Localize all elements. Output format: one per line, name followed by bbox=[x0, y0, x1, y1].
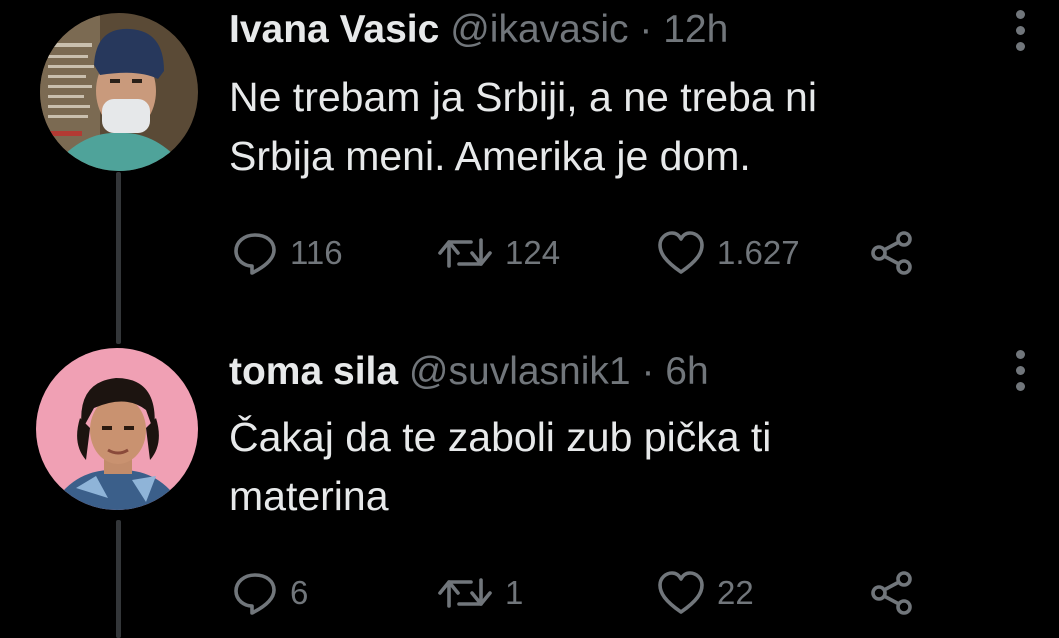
share-button[interactable] bbox=[868, 230, 916, 276]
thread-line-bottom bbox=[116, 520, 121, 638]
tweet-actions: 6 1 22 bbox=[232, 570, 932, 616]
like-icon bbox=[657, 230, 705, 276]
avatar[interactable] bbox=[36, 348, 198, 510]
display-name[interactable]: Ivana Vasic bbox=[229, 8, 439, 51]
like-count: 1.627 bbox=[717, 234, 800, 271]
reply-count: 116 bbox=[290, 234, 343, 271]
separator-dot: · bbox=[641, 350, 655, 393]
reply-icon bbox=[232, 230, 278, 276]
tweet-actions: 116 124 1.627 bbox=[232, 230, 932, 276]
retweet-button[interactable]: 124 bbox=[437, 230, 560, 276]
reply-icon bbox=[232, 570, 278, 616]
retweet-count: 124 bbox=[505, 234, 561, 271]
share-icon bbox=[868, 570, 916, 616]
tweet-text: Ne trebam ja Srbiji, a ne treba ni Srbij… bbox=[229, 74, 817, 179]
share-button[interactable] bbox=[868, 570, 916, 616]
user-handle[interactable]: @suvlasnik1 bbox=[409, 350, 631, 393]
retweet-icon bbox=[437, 230, 493, 276]
thread-line-top bbox=[116, 172, 121, 344]
like-icon bbox=[657, 570, 705, 616]
like-button[interactable]: 1.627 bbox=[657, 230, 800, 276]
tweet-text: Čakaj da te zaboli zub pička ti materina bbox=[229, 414, 772, 519]
display-name[interactable]: toma sila bbox=[229, 350, 398, 393]
retweet-icon bbox=[437, 570, 493, 616]
separator-dot: · bbox=[639, 8, 653, 51]
share-icon bbox=[868, 230, 916, 276]
tweet-header: Ivana Vasic @ikavasic · 12h bbox=[229, 10, 728, 49]
timestamp[interactable]: 12h bbox=[663, 8, 728, 51]
timestamp[interactable]: 6h bbox=[665, 350, 708, 393]
retweet-count: 1 bbox=[505, 574, 524, 611]
like-count: 22 bbox=[717, 574, 754, 611]
tweet-header: toma sila @suvlasnik1 · 6h bbox=[229, 352, 709, 391]
user-handle[interactable]: @ikavasic bbox=[450, 8, 628, 51]
retweet-button[interactable]: 1 bbox=[437, 570, 523, 616]
more-icon[interactable] bbox=[1006, 8, 1034, 54]
like-button[interactable]: 22 bbox=[657, 570, 754, 616]
reply-button[interactable]: 6 bbox=[232, 570, 308, 616]
more-icon[interactable] bbox=[1006, 348, 1034, 394]
reply-button[interactable]: 116 bbox=[232, 230, 343, 276]
reply-count: 6 bbox=[290, 574, 309, 611]
avatar[interactable] bbox=[40, 13, 198, 171]
